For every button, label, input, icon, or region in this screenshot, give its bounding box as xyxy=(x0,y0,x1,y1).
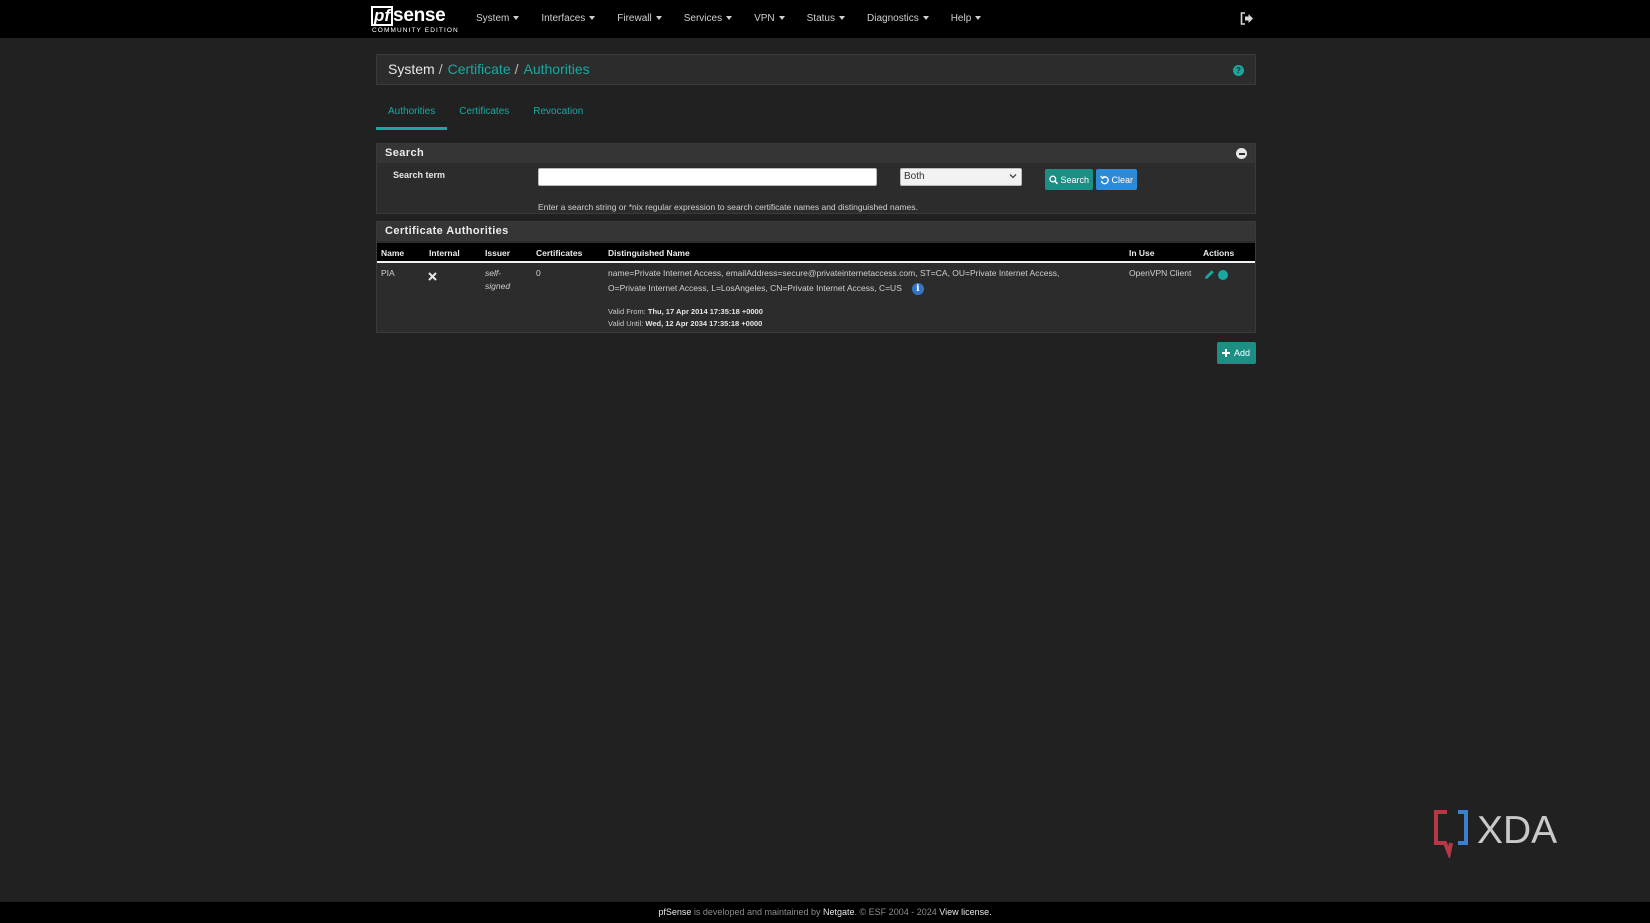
search-button-label: Search xyxy=(1060,174,1089,185)
footer-netgate-link[interactable]: Netgate xyxy=(823,907,855,917)
pfsense-logo[interactable]: pf sense COMMUNITY EDITION xyxy=(371,2,458,36)
logout-icon[interactable] xyxy=(1240,12,1254,25)
footer-license-link[interactable]: View license. xyxy=(939,907,991,917)
col-internal: Internal xyxy=(429,248,460,258)
search-panel: Search Search term Both Search Clear Ent… xyxy=(376,143,1256,214)
search-panel-header: Search xyxy=(377,144,1255,163)
valid-from: Valid From: Thu, 17 Apr 2014 17:35:18 +0… xyxy=(608,307,763,316)
tab-bar: Authorities Certificates Revocation xyxy=(376,100,595,130)
search-help-text: Enter a search string or *nix regular ex… xyxy=(538,202,918,212)
ca-panel-title: Certificate Authorities xyxy=(385,225,509,237)
col-in-use: In Use xyxy=(1129,248,1155,258)
menu-vpn[interactable]: VPN xyxy=(743,0,796,38)
certificate-authorities-panel: Certificate Authorities Name Internal Is… xyxy=(376,221,1256,333)
breadcrumb-separator: / xyxy=(514,61,519,77)
pencil-icon[interactable] xyxy=(1204,269,1215,280)
col-issuer: Issuer xyxy=(485,248,511,258)
ca-table-header: Name Internal Issuer Certificates Distin… xyxy=(377,243,1255,263)
caret-down-icon xyxy=(655,16,662,21)
undo-icon xyxy=(1100,175,1109,184)
breadcrumb-separator: / xyxy=(438,61,443,77)
help-icon[interactable]: ? xyxy=(1233,65,1244,76)
plus-icon xyxy=(1222,349,1230,357)
ca-panel-header: Certificate Authorities xyxy=(377,222,1255,241)
ca-dn-line2: O=Private Internet Access, L=LosAngeles,… xyxy=(608,283,902,293)
menu-status[interactable]: Status xyxy=(796,0,856,38)
valid-from-date: Thu, 17 Apr 2014 17:35:18 +0000 xyxy=(647,307,763,316)
export-icon[interactable] xyxy=(1218,270,1228,280)
logo-edition: COMMUNITY EDITION xyxy=(372,27,459,34)
main-menu: System Interfaces Firewall Services VPN … xyxy=(465,0,992,38)
tab-revocation[interactable]: Revocation xyxy=(521,100,595,130)
footer: pfSense is developed and maintained by N… xyxy=(0,902,1650,923)
search-term-label: Search term xyxy=(393,170,446,180)
chevron-down-icon xyxy=(1009,174,1017,179)
caret-down-icon xyxy=(839,16,845,21)
breadcrumb-bar: System / Certificate / Authorities ? xyxy=(376,54,1256,85)
ca-in-use: OpenVPN Client xyxy=(1129,268,1192,278)
search-button[interactable]: Search xyxy=(1045,169,1093,190)
collapse-minus-icon[interactable] xyxy=(1236,148,1247,159)
caret-down-icon xyxy=(589,16,596,21)
search-scope-value: Both xyxy=(904,171,925,182)
footer-developed-by: is developed and maintained by xyxy=(691,907,824,917)
clear-button-label: Clear xyxy=(1111,174,1133,185)
info-icon[interactable]: i xyxy=(911,282,924,295)
ca-dn-line1: name=Private Internet Access, emailAddre… xyxy=(608,268,1060,278)
col-actions: Actions xyxy=(1203,248,1235,258)
breadcrumb: System / Certificate / Authorities xyxy=(388,61,590,77)
x-icon xyxy=(428,272,437,281)
add-button-label: Add xyxy=(1234,348,1251,358)
caret-down-icon xyxy=(726,16,733,21)
menu-system[interactable]: System xyxy=(465,0,530,38)
caret-down-icon xyxy=(778,16,785,21)
menu-firewall[interactable]: Firewall xyxy=(606,0,672,38)
menu-diagnostics[interactable]: Diagnostics xyxy=(856,0,940,38)
breadcrumb-certificate-link[interactable]: Certificate xyxy=(448,61,511,77)
tab-certificates[interactable]: Certificates xyxy=(447,100,521,130)
ca-issuer-line2: signed xyxy=(485,281,511,291)
clear-button[interactable]: Clear xyxy=(1096,169,1137,190)
menu-interfaces[interactable]: Interfaces xyxy=(530,0,606,38)
search-icon xyxy=(1049,175,1059,184)
logo-pf: pf xyxy=(371,6,394,26)
ca-certificate-count: 0 xyxy=(536,268,541,278)
add-button[interactable]: Add xyxy=(1217,342,1256,364)
menu-help[interactable]: Help xyxy=(940,0,993,38)
breadcrumb-authorities-link[interactable]: Authorities xyxy=(524,61,590,77)
footer-copyright: . © ESF 2004 - 2024 xyxy=(854,907,940,917)
breadcrumb-system: System xyxy=(388,61,435,77)
xda-watermark-logo: XDA xyxy=(1434,809,1557,858)
col-name: Name xyxy=(381,248,405,258)
ca-name: PIA xyxy=(381,268,395,278)
search-panel-title: Search xyxy=(385,147,425,159)
ca-issuer-line1: self- xyxy=(485,268,502,278)
tab-authorities[interactable]: Authorities xyxy=(376,100,448,130)
xda-wordmark: XDA xyxy=(1477,809,1557,852)
logo-sense: sense xyxy=(393,5,446,26)
col-distinguished-name: Distinguished Name xyxy=(608,248,690,258)
search-scope-select[interactable]: Both xyxy=(900,168,1022,186)
footer-product: pfSense xyxy=(658,907,692,917)
top-navbar: pf sense COMMUNITY EDITION System Interfa… xyxy=(0,0,1650,38)
caret-down-icon xyxy=(975,16,982,21)
valid-until: Valid Until: Wed, 12 Apr 2034 17:35:18 +… xyxy=(608,319,763,328)
caret-down-icon xyxy=(922,16,929,21)
col-certificates: Certificates xyxy=(536,248,583,258)
ca-dn-line2-wrap: O=Private Internet Access, L=LosAngeles,… xyxy=(608,282,924,295)
valid-until-date: Wed, 12 Apr 2034 17:35:18 +0000 xyxy=(645,319,763,328)
search-input[interactable] xyxy=(538,168,877,186)
menu-services[interactable]: Services xyxy=(673,0,743,38)
caret-down-icon xyxy=(513,16,520,21)
